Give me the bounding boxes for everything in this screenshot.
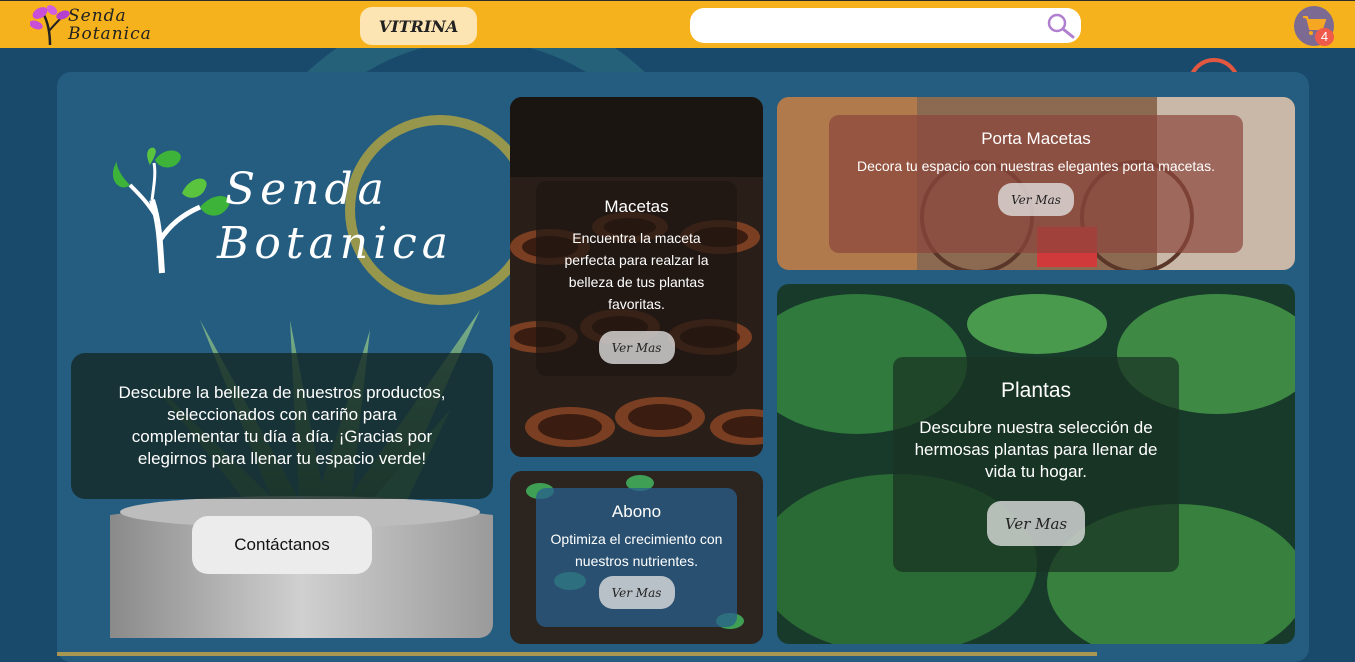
plantas-ver-mas-button[interactable]: Ver Mas	[987, 501, 1085, 546]
header-logo[interactable]: Senda Botanica	[30, 3, 160, 47]
category-tile-porta-macetas[interactable]: Porta Macetas Decora tu espacio con nues…	[777, 97, 1295, 270]
bottom-accent-line	[57, 652, 1097, 656]
plantas-description: Descubre nuestra selección de hermosas p…	[914, 418, 1158, 481]
porta-macetas-description: Decora tu espacio con nuestras elegantes…	[857, 158, 1215, 174]
top-header: Senda Botanica VITRINA 4	[0, 0, 1355, 48]
search-input[interactable]	[690, 8, 1081, 43]
macetas-overlay: Macetas Encuentra la maceta perfecta par…	[536, 181, 737, 376]
porta-macetas-ver-mas-button[interactable]: Ver Mas	[998, 183, 1074, 216]
nav-vitrina-button[interactable]: VITRINA	[360, 7, 477, 45]
category-tile-abono[interactable]: Abono Optimiza el crecimiento con nuestr…	[510, 471, 763, 644]
intro-text: Descubre la belleza de nuestros producto…	[118, 383, 446, 468]
category-tile-macetas[interactable]: Macetas Encuentra la maceta perfecta par…	[510, 97, 763, 457]
macetas-ver-mas-button[interactable]: Ver Mas	[598, 331, 675, 364]
header-logo-line2: Botanica	[68, 24, 152, 44]
abono-title: Abono	[611, 502, 662, 521]
macetas-description: Encuentra la maceta perfecta para realza…	[564, 230, 709, 312]
plantas-title: Plantas	[1000, 379, 1072, 402]
intro-panel: Descubre la belleza de nuestros producto…	[71, 353, 493, 499]
tree-logo-icon	[112, 147, 230, 274]
brand-line2: Botanica	[217, 218, 454, 269]
abono-description: Optimiza el crecimiento con nuestros nut…	[550, 531, 723, 569]
abono-ver-mas-button[interactable]: Ver Mas	[598, 576, 675, 609]
brand-logo-large: Senda Botanica	[110, 145, 460, 285]
category-tile-plantas[interactable]: Plantas Descubre nuestra selección de he…	[777, 284, 1295, 644]
plant-logo-icon	[30, 5, 70, 46]
search-icon[interactable]	[1046, 12, 1076, 40]
header-logo-text: Senda Botanica	[68, 7, 152, 43]
macetas-title: Macetas	[604, 197, 669, 216]
plantas-overlay: Plantas Descubre nuestra selección de he…	[893, 357, 1179, 572]
brand-wordmark: Senda Botanica	[217, 163, 453, 271]
header-logo-line1: Senda	[68, 6, 127, 26]
abono-overlay: Abono Optimiza el crecimiento con nuestr…	[536, 488, 737, 627]
cart-count-badge: 4	[1315, 28, 1334, 46]
porta-macetas-overlay: Porta Macetas Decora tu espacio con nues…	[829, 115, 1243, 253]
porta-macetas-title: Porta Macetas	[981, 129, 1091, 148]
brand-line1: Senda	[225, 164, 389, 215]
contact-button[interactable]: Contáctanos	[192, 516, 372, 574]
